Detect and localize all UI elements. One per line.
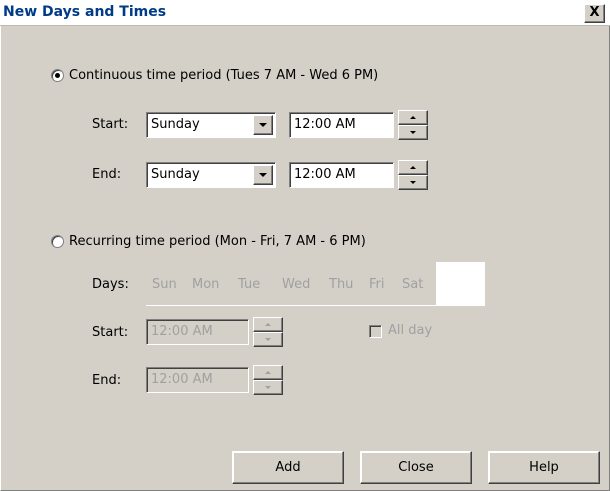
spin-down-icon[interactable] (253, 332, 283, 347)
chevron-down-icon[interactable] (253, 165, 273, 185)
continuous-end-day-select[interactable]: Sunday (146, 162, 276, 188)
chevron-down-icon[interactable] (253, 115, 273, 135)
days-selector[interactable]: Sun Mon Tue Wed Thu Fri Sat (146, 262, 436, 306)
continuous-radio[interactable] (51, 69, 64, 82)
spin-down-icon[interactable] (398, 125, 428, 140)
day-tue[interactable]: Tue (238, 277, 260, 292)
continuous-start-day-select[interactable]: Sunday (146, 112, 276, 138)
continuous-start-time-value: 12:00 AM (294, 117, 356, 132)
recurring-start-time-value: 12:00 AM (151, 324, 213, 339)
recurring-start-time-input[interactable]: 12:00 AM (146, 319, 249, 345)
title-bar: New Days and Times X (0, 0, 610, 26)
day-mon[interactable]: Mon (192, 277, 219, 292)
days-blank-area (436, 262, 485, 306)
continuous-end-day-value: Sunday (151, 167, 200, 182)
day-thu[interactable]: Thu (329, 277, 353, 292)
spin-down-icon[interactable] (253, 380, 283, 395)
recurring-start-time-spinner[interactable] (253, 317, 283, 347)
recurring-radio-row[interactable]: Recurring time period (Mon - Fri, 7 AM -… (51, 234, 366, 249)
close-window-button[interactable]: X (584, 4, 605, 23)
continuous-start-time-input[interactable]: 12:00 AM (289, 112, 394, 138)
all-day-label: All day (388, 323, 433, 338)
spin-up-icon[interactable] (398, 110, 428, 125)
recurring-start-label: Start: (92, 325, 129, 340)
recurring-end-time-value: 12:00 AM (151, 372, 213, 387)
recurring-end-label: End: (92, 373, 122, 388)
continuous-label: Continuous time period (Tues 7 AM - Wed … (69, 68, 379, 83)
continuous-end-time-value: 12:00 AM (294, 167, 356, 182)
continuous-end-time-spinner[interactable] (398, 160, 428, 190)
continuous-start-day-value: Sunday (151, 117, 200, 132)
day-sun[interactable]: Sun (152, 277, 177, 292)
continuous-end-label: End: (92, 167, 122, 182)
help-button[interactable]: Help (488, 451, 600, 484)
window-title: New Days and Times (3, 4, 167, 20)
day-sat[interactable]: Sat (402, 277, 423, 292)
recurring-end-time-input[interactable]: 12:00 AM (146, 367, 249, 393)
recurring-label: Recurring time period (Mon - Fri, 7 AM -… (69, 234, 366, 249)
dialog-frame (0, 26, 610, 491)
recurring-radio[interactable] (51, 235, 64, 248)
close-button[interactable]: Close (360, 451, 472, 484)
recurring-end-time-spinner[interactable] (253, 365, 283, 395)
spin-up-icon[interactable] (253, 365, 283, 380)
add-button[interactable]: Add (232, 451, 344, 484)
spin-up-icon[interactable] (398, 160, 428, 175)
spin-down-icon[interactable] (398, 175, 428, 190)
spin-up-icon[interactable] (253, 317, 283, 332)
continuous-start-label: Start: (92, 117, 129, 132)
recurring-days-label: Days: (92, 277, 129, 292)
continuous-start-time-spinner[interactable] (398, 110, 428, 140)
all-day-checkbox[interactable] (369, 325, 382, 338)
continuous-end-time-input[interactable]: 12:00 AM (289, 162, 394, 188)
continuous-radio-row[interactable]: Continuous time period (Tues 7 AM - Wed … (51, 68, 378, 83)
day-wed[interactable]: Wed (282, 277, 310, 292)
day-fri[interactable]: Fri (369, 277, 385, 292)
